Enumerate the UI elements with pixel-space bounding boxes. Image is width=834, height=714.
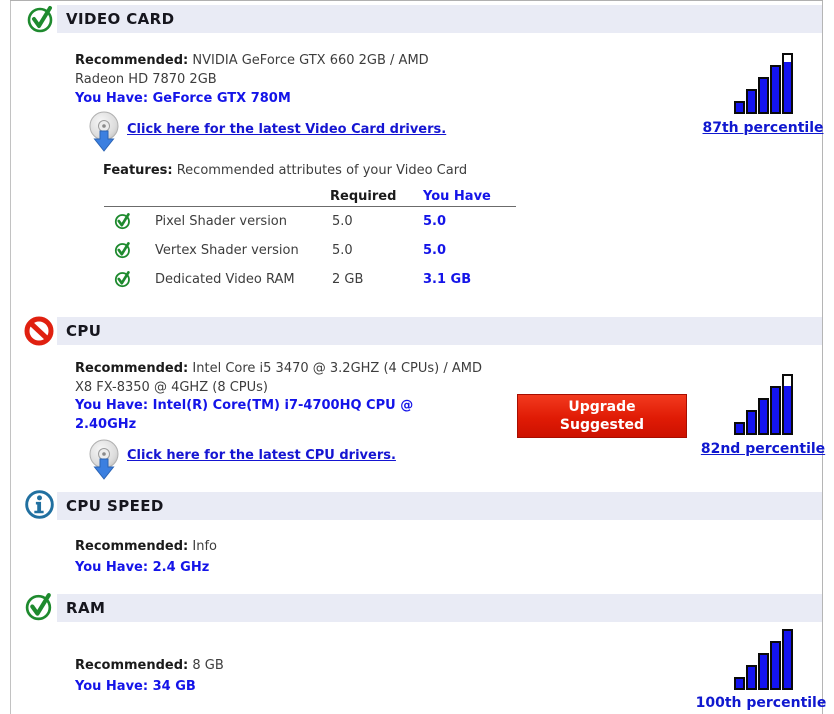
you-have-line: You Have: Intel(R) Core(TM) i7-4700HQ CP… — [75, 396, 465, 434]
left-border — [10, 0, 11, 714]
percentile-bar-fill — [784, 386, 791, 433]
video-card-driver-link[interactable]: Click here for the latest Video Card dri… — [127, 120, 446, 139]
recommended-line: Recommended: NVIDIA GeForce GTX 660 2GB … — [75, 51, 475, 89]
you-have-line: You Have: 2.4 GHz — [75, 558, 495, 577]
feature-name: Pixel Shader version — [155, 214, 287, 229]
pass-check-icon — [25, 593, 52, 621]
recommended-value: 8 GB — [192, 658, 224, 673]
section-header-ram: RAM — [57, 594, 822, 622]
recommended-label: Recommended: — [75, 361, 189, 376]
pass-check-icon — [114, 242, 130, 259]
features-label: Features: — [103, 163, 173, 178]
you-have-label: You Have: — [75, 560, 149, 575]
system-requirements-panel: VIDEO CARD Recommended: NVIDIA GeForce G… — [0, 0, 834, 714]
percentile-bar — [782, 53, 793, 114]
upgrade-suggested-label: Upgrade Suggested — [559, 399, 645, 433]
you-have-value: GeForce GTX 780M — [152, 91, 291, 106]
percentile-bar — [758, 653, 769, 690]
table-header-rule — [104, 206, 516, 207]
section-title: RAM — [66, 599, 106, 617]
driver-download-icon[interactable] — [85, 110, 125, 156]
section-header-video-card: VIDEO CARD — [57, 5, 822, 33]
feature-you-have: 5.0 — [423, 214, 447, 229]
percentile-bar — [746, 89, 757, 114]
percentile-bar — [758, 77, 769, 114]
section-title: CPU SPEED — [66, 497, 164, 515]
percentile-bar — [734, 422, 745, 435]
you-have-label: You Have: — [75, 398, 149, 413]
percentile-bar — [734, 101, 745, 114]
feature-required: 5.0 — [332, 243, 353, 258]
you-have-value: 2.4 GHz — [152, 560, 210, 575]
section-title: VIDEO CARD — [66, 10, 175, 28]
percentile-bar — [734, 677, 745, 690]
percentile-bar — [782, 374, 793, 435]
percentile-bar — [746, 410, 757, 435]
percentile-bar — [782, 629, 793, 690]
percentile-link-cpu[interactable]: 82nd percentile — [690, 441, 834, 457]
you-have-value: 34 GB — [152, 679, 196, 694]
percentile-link-ram[interactable]: 100th percentile — [688, 695, 834, 711]
column-header-required: Required — [330, 189, 397, 204]
section-title: CPU — [66, 322, 102, 340]
feature-name: Dedicated Video RAM — [155, 272, 295, 287]
feature-you-have: 5.0 — [423, 243, 447, 258]
section-header-cpu-speed: CPU SPEED — [57, 492, 822, 520]
percentile-bar — [770, 65, 781, 114]
percentile-bar — [770, 641, 781, 690]
recommended-line: Recommended: 8 GB — [75, 656, 495, 675]
top-border — [10, 0, 823, 1]
feature-required: 5.0 — [332, 214, 353, 229]
features-description: Recommended attributes of your Video Car… — [176, 163, 468, 178]
percentile-bar-fill — [784, 631, 791, 688]
column-header-you-have: You Have — [423, 189, 491, 204]
features-line: Features: Recommended attributes of your… — [103, 161, 543, 180]
you-have-label: You Have: — [75, 91, 149, 106]
recommended-label: Recommended: — [75, 539, 189, 554]
pass-check-icon — [114, 271, 130, 288]
you-have-line: You Have: GeForce GTX 780M — [75, 89, 505, 108]
recommended-line: Recommended: Intel Core i5 3470 @ 3.2GHZ… — [75, 359, 495, 397]
section-header-cpu: CPU — [57, 317, 822, 345]
upgrade-suggested-button[interactable]: Upgrade Suggested — [517, 394, 687, 438]
you-have-label: You Have: — [75, 679, 149, 694]
percentile-bar-fill — [784, 62, 791, 112]
percentile-chart-ram — [734, 626, 794, 690]
right-border — [822, 0, 823, 714]
percentile-bar — [770, 386, 781, 435]
pass-check-icon — [27, 6, 53, 33]
driver-download-icon[interactable] — [85, 438, 125, 484]
you-have-line: You Have: 34 GB — [75, 677, 495, 696]
recommended-line: Recommended: Info — [75, 537, 495, 556]
percentile-link-video-card[interactable]: 87th percentile — [690, 120, 834, 136]
info-icon — [25, 490, 54, 519]
pass-check-icon — [114, 213, 130, 230]
percentile-bar — [746, 665, 757, 690]
percentile-chart-video-card — [734, 50, 794, 114]
feature-you-have: 3.1 GB — [423, 272, 472, 287]
recommended-label: Recommended: — [75, 53, 189, 68]
feature-required: 2 GB — [332, 272, 364, 287]
feature-name: Vertex Shader version — [155, 243, 299, 258]
cpu-driver-link[interactable]: Click here for the latest CPU drivers. — [127, 446, 396, 465]
fail-no-icon — [24, 316, 54, 346]
percentile-bar — [758, 398, 769, 435]
recommended-value: Info — [192, 539, 218, 554]
percentile-chart-cpu — [734, 371, 794, 435]
recommended-label: Recommended: — [75, 658, 189, 673]
